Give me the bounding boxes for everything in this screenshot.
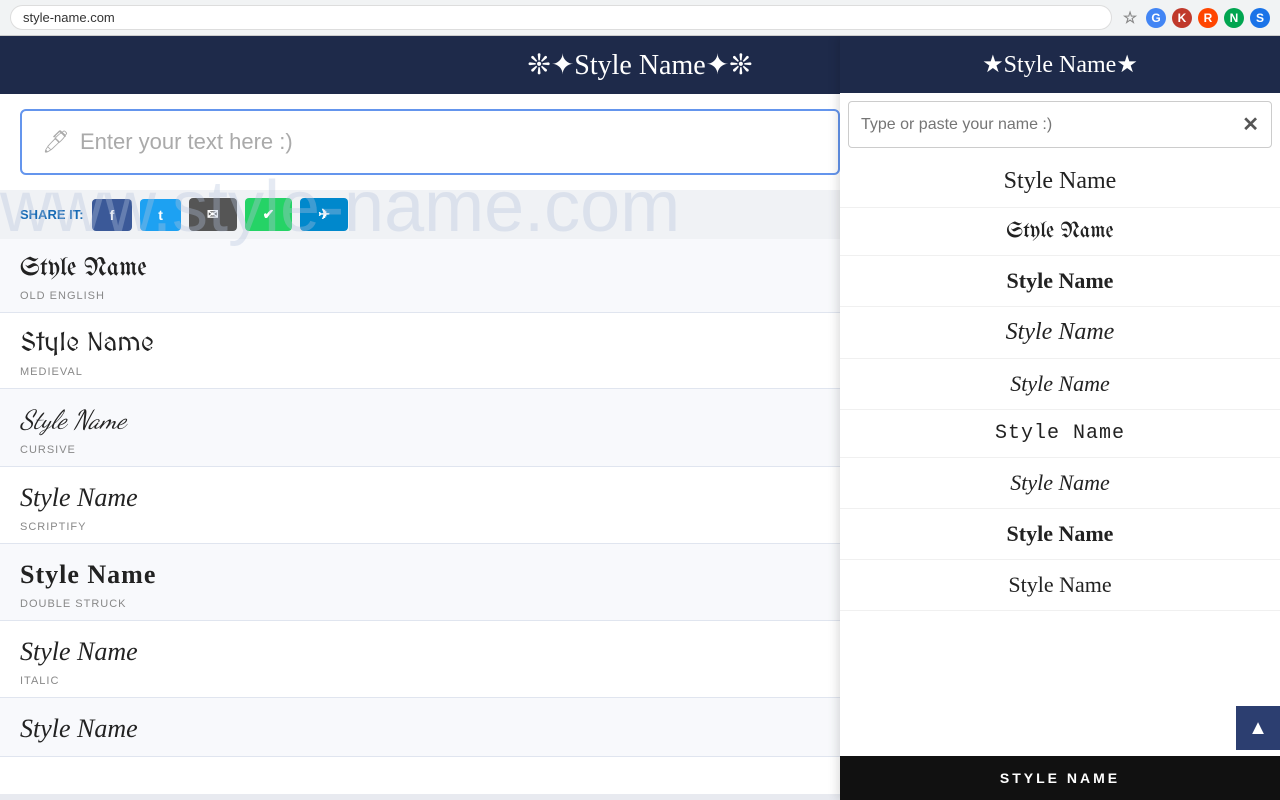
telegram-share-button[interactable]: ✈ <box>300 198 348 231</box>
input-placeholder: Enter your text here :) <box>80 129 293 155</box>
list-item[interactable]: Style Name DOUBLE STRUCK <box>0 544 840 621</box>
font-label-medieval: MEDIEVAL <box>20 366 83 378</box>
reddit-icon[interactable]: R <box>1198 8 1218 28</box>
font-display-old-english: Style Name <box>20 255 820 282</box>
panel-styles-list: Style Name Style Name Style Name Style N… <box>840 156 1280 756</box>
email-icon: ✉ <box>207 206 219 223</box>
list-item[interactable]: Style Name CURSIVE <box>0 389 840 467</box>
panel-style-item[interactable]: Style Name <box>840 509 1280 560</box>
panel-style-item[interactable]: Style Name <box>840 458 1280 509</box>
s-icon[interactable]: S <box>1250 8 1270 28</box>
font-display-medieval: Style Name <box>20 329 820 358</box>
font-display-double-struck: Style Name <box>20 560 820 590</box>
main-content: ❊✦Style Name✦❊ 🖊 Enter your text here :)… <box>0 36 1280 800</box>
telegram-icon: ✈ <box>318 206 330 223</box>
facebook-icon: f <box>110 207 115 223</box>
browser-url: style-name.com <box>10 5 1112 30</box>
panel-search-box[interactable]: ✕ <box>848 101 1272 148</box>
pencil-icon: 🖊 <box>42 129 70 155</box>
email-share-button[interactable]: ✉ <box>189 198 237 231</box>
panel-style-item[interactable]: Style Name <box>840 359 1280 410</box>
bookmark-icon[interactable]: ☆ <box>1120 8 1140 28</box>
k-icon[interactable]: K <box>1172 8 1192 28</box>
panel-title: ★Style Name★ <box>982 52 1138 78</box>
font-display-italic: Style Name <box>20 637 820 667</box>
font-display-scriptify: Style Name <box>20 483 820 513</box>
list-item[interactable]: Style Name OLD ENGLISH <box>0 239 840 313</box>
font-label-double-struck: DOUBLE STRUCK <box>20 598 127 610</box>
share-label: SHARE IT: <box>20 207 84 222</box>
panel-style-item[interactable]: Style Name <box>840 156 1280 208</box>
panel-style-item[interactable]: Style Name <box>840 410 1280 458</box>
font-label-italic: ITALIC <box>20 675 59 687</box>
list-item[interactable]: Style Name SCRIPTIFY <box>0 467 840 544</box>
close-button[interactable]: ✕ <box>1242 112 1259 137</box>
list-item[interactable]: Style Name <box>0 698 840 757</box>
font-display-cursive: Style Name <box>20 405 820 436</box>
browser-icons: ☆ G K R N S <box>1120 8 1270 28</box>
panel-header: ★Style Name★ <box>840 36 1280 93</box>
site-title: ❊✦Style Name✦❊ <box>527 50 752 81</box>
twitter-share-button[interactable]: t <box>140 199 181 231</box>
scroll-top-button[interactable]: ▲ <box>1236 706 1280 750</box>
panel-style-item[interactable]: Style Name <box>840 208 1280 256</box>
panel-footer[interactable]: STYLE NAME <box>840 756 1280 800</box>
font-display-italic2: Style Name <box>20 714 820 744</box>
panel-style-item[interactable]: Style Name <box>840 256 1280 307</box>
n-icon[interactable]: N <box>1224 8 1244 28</box>
whatsapp-icon: ✔ <box>263 206 275 223</box>
list-item[interactable]: Style Name ITALIC <box>0 621 840 698</box>
panel-search-input[interactable] <box>861 116 1242 134</box>
right-panel: ★Style Name★ ✕ Style Name Style Name Sty… <box>840 36 1280 800</box>
facebook-share-button[interactable]: f <box>92 199 133 231</box>
font-label-old-english: OLD ENGLISH <box>20 290 105 302</box>
twitter-icon: t <box>158 207 163 223</box>
list-item[interactable]: Style Name MEDIEVAL <box>0 313 840 389</box>
chevron-up-icon: ▲ <box>1248 717 1268 740</box>
panel-style-item[interactable]: Style Name <box>840 307 1280 359</box>
font-label-cursive: CURSIVE <box>20 444 76 456</box>
text-input-box[interactable]: 🖊 Enter your text here :) <box>20 109 840 175</box>
font-label-scriptify: SCRIPTIFY <box>20 521 86 533</box>
browser-bar: style-name.com ☆ G K R N S <box>0 0 1280 36</box>
google-icon[interactable]: G <box>1146 8 1166 28</box>
panel-style-item[interactable]: Style Name <box>840 560 1280 611</box>
whatsapp-share-button[interactable]: ✔ <box>245 198 293 231</box>
